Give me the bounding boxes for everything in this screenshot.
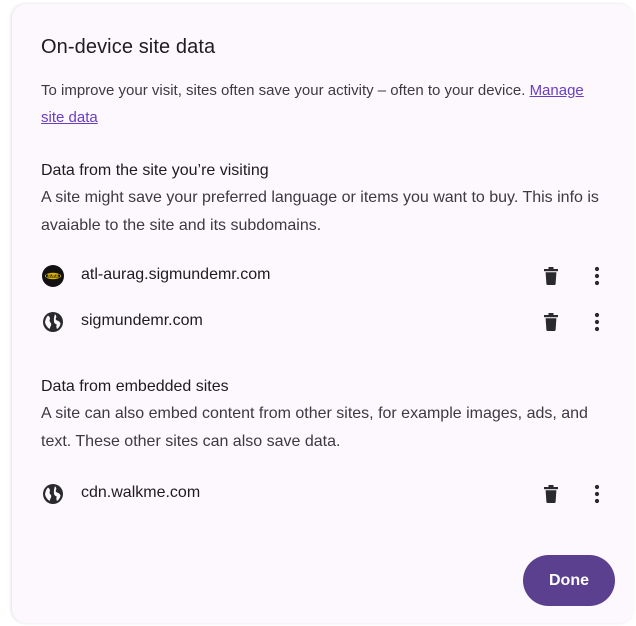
visiting-section-title: Data from the site you’re visiting — [41, 162, 269, 179]
intro-text: To improve your visit, sites often save … — [41, 82, 530, 99]
site-row-cdn-walkme: cdn.walkme.com — [41, 476, 609, 512]
site-name: atl-aurag.sigmundemr.com — [81, 266, 271, 283]
aura-logo-icon: AURA — [41, 264, 65, 288]
done-button[interactable]: Done — [523, 555, 615, 606]
trash-icon — [544, 313, 558, 331]
globe-icon — [41, 482, 65, 506]
delete-button[interactable] — [535, 306, 567, 338]
more-options-button[interactable] — [581, 306, 613, 338]
trash-icon — [544, 485, 558, 503]
dialog-title: On-device site data — [41, 36, 216, 58]
more-vert-icon — [594, 312, 600, 332]
site-row-sigmundemr: sigmundemr.com — [41, 304, 609, 340]
site-row-atl-aurag: AURA atl-aurag.sigmundemr.com — [41, 258, 609, 294]
more-vert-icon — [594, 484, 600, 504]
more-vert-icon — [594, 266, 600, 286]
site-name: cdn.walkme.com — [81, 484, 201, 501]
more-options-button[interactable] — [581, 478, 613, 510]
visiting-section-description: A site might save your preferred languag… — [41, 189, 599, 234]
globe-icon — [41, 310, 65, 334]
site-name: sigmundemr.com — [81, 312, 203, 329]
embedded-section-title: Data from embedded sites — [41, 378, 229, 395]
trash-icon — [544, 267, 558, 285]
delete-button[interactable] — [535, 260, 567, 292]
delete-button[interactable] — [535, 478, 567, 510]
embedded-section-description: A site can also embed content from other… — [41, 405, 588, 450]
svg-text:AURA: AURA — [47, 274, 58, 278]
more-options-button[interactable] — [581, 260, 613, 292]
dialog-intro: To improve your visit, sites often save … — [41, 77, 601, 131]
site-data-dialog: On-device site data To improve your visi… — [12, 4, 634, 623]
